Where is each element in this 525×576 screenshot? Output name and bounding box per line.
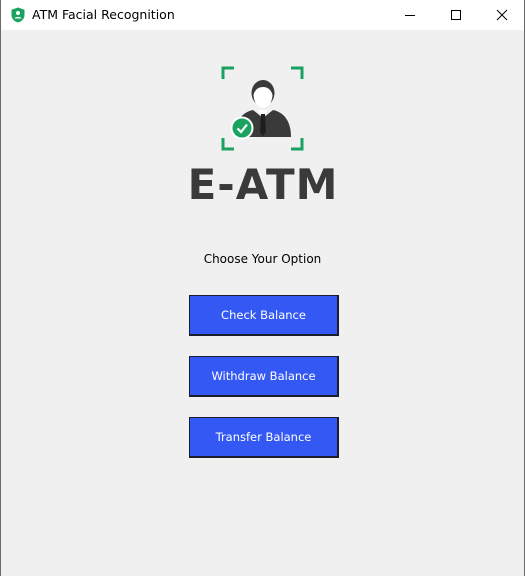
maximize-button[interactable] (433, 0, 479, 30)
e-atm-logo: E-ATM (188, 66, 339, 207)
transfer-balance-button[interactable]: Transfer Balance (189, 417, 339, 458)
close-button[interactable] (479, 0, 525, 30)
window-title: ATM Facial Recognition (32, 7, 175, 22)
maximize-icon (451, 10, 461, 20)
app-window: ATM Facial Recognition E-ATM Choose Your… (0, 0, 525, 576)
withdraw-balance-button[interactable]: Withdraw Balance (189, 356, 339, 397)
minimize-icon (405, 15, 415, 16)
title-bar[interactable]: ATM Facial Recognition (1, 0, 524, 30)
close-icon (496, 9, 508, 21)
face-recognition-user-check-icon (221, 66, 304, 151)
minimize-button[interactable] (387, 0, 433, 30)
logo-wordmark: E-ATM (188, 160, 339, 207)
check-balance-button[interactable]: Check Balance (189, 295, 339, 336)
choose-option-label: Choose Your Option (203, 252, 322, 266)
shield-check-icon (11, 7, 25, 23)
